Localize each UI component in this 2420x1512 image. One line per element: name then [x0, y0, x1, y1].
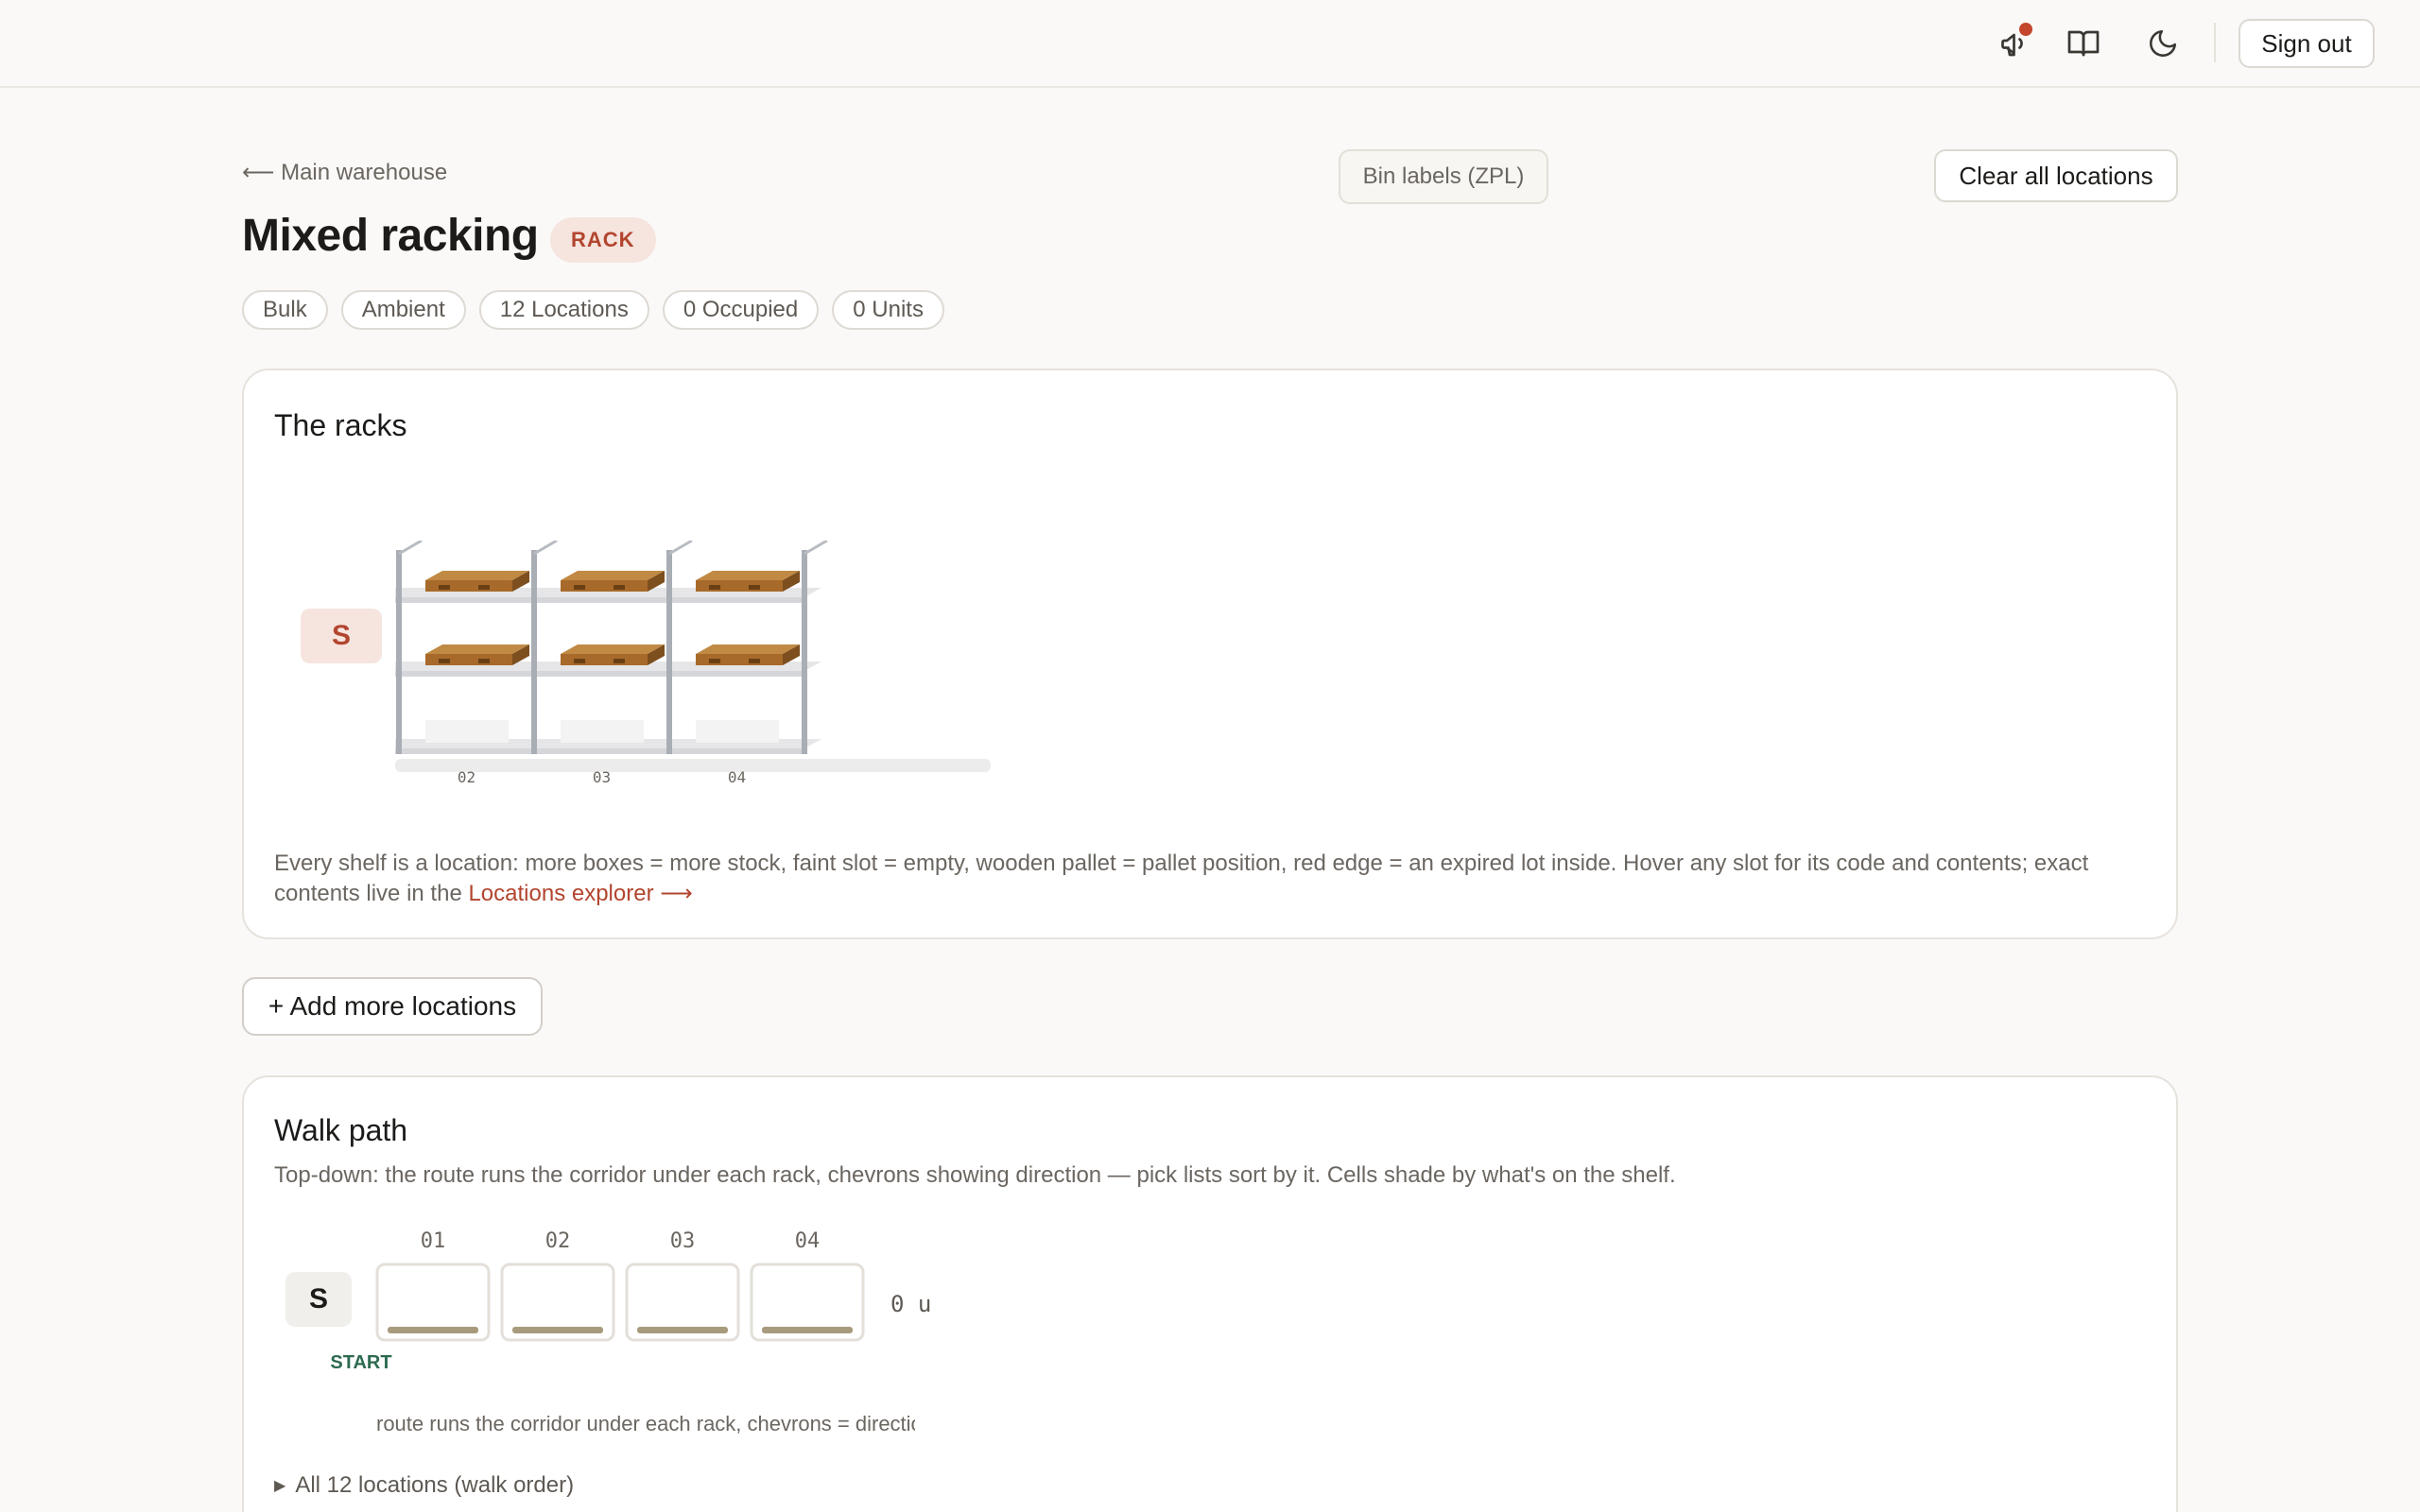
rack-shelf-edge: [395, 748, 804, 754]
pallet: [561, 654, 648, 665]
page-title: Mixed racking: [242, 211, 539, 261]
pallet: [696, 580, 783, 592]
pallet-block: [709, 585, 720, 590]
pill-temperature: Ambient: [340, 290, 466, 330]
pallet-block: [478, 659, 490, 663]
walk-cell-shade: [637, 1327, 728, 1333]
walk-cell-shade: [762, 1327, 853, 1333]
pallet-block: [749, 659, 760, 663]
pill-occupied: 0 Occupied: [662, 290, 820, 330]
clear-all-locations-button[interactable]: Clear all locations: [1934, 149, 2178, 202]
pallet-top: [425, 571, 529, 580]
rack-start-badge: S: [301, 609, 382, 663]
moon-icon[interactable]: [2142, 23, 2184, 64]
notification-dot: [2019, 23, 2032, 36]
topbar-divider: [2214, 23, 2216, 62]
sign-out-button[interactable]: Sign out: [2238, 19, 2375, 68]
walk-cell-shade: [512, 1327, 603, 1333]
pallet: [561, 580, 648, 592]
type-badge: RACK: [550, 217, 656, 263]
walk-path-diagram: 01 02 03 04 0 u START: [330, 1229, 931, 1373]
rack-upright-top: [804, 541, 828, 556]
add-more-locations-button[interactable]: + Add more locations: [242, 977, 543, 1036]
pallet-block: [709, 659, 720, 663]
pill-locations: 12 Locations: [478, 290, 649, 330]
pallet-block: [574, 585, 585, 590]
pallet-top: [696, 644, 800, 654]
pallet-block: [614, 585, 625, 590]
rack-upright: [802, 550, 807, 754]
rack-upright-top: [398, 541, 423, 556]
walk-cell-shade: [388, 1327, 478, 1333]
rack-upright-top: [668, 541, 693, 556]
walk-units-label: 0 u: [890, 1291, 931, 1317]
walk-path-description: Top-down: the route runs the corridor un…: [274, 1162, 1676, 1188]
rack-upright: [531, 550, 537, 754]
walk-column-label: 01: [421, 1229, 446, 1253]
rack-column-label: 04: [728, 768, 746, 786]
walk-column-label: 02: [545, 1229, 571, 1253]
pallet-block: [574, 659, 585, 663]
pallet: [425, 654, 512, 665]
walk-column-label: 04: [795, 1229, 821, 1253]
top-bar: Sign out: [0, 0, 2420, 88]
walk-path-title: Walk path: [274, 1113, 408, 1147]
book-icon[interactable]: [2063, 23, 2104, 64]
pallet-top: [561, 571, 665, 580]
empty-slot: [561, 720, 644, 743]
pill-units: 0 Units: [832, 290, 944, 330]
pallet-block: [439, 659, 450, 663]
walk-path-note: route runs the corridor under each rack,…: [376, 1412, 915, 1435]
all-locations-label: All 12 locations (walk order): [295, 1472, 575, 1498]
rack-shelf-edge: [395, 597, 804, 603]
walk-path-card: Walk path Top-down: the route runs the c…: [242, 1075, 2178, 1512]
pallet-top: [561, 644, 665, 654]
pallet-block: [749, 585, 760, 590]
empty-slot: [425, 720, 509, 743]
rack-floor: [395, 759, 991, 772]
pallet-top: [696, 571, 800, 580]
rack-upright: [666, 550, 672, 754]
back-link[interactable]: ⟵ Main warehouse: [242, 159, 447, 186]
all-locations-toggle[interactable]: ▶ All 12 locations (walk order): [274, 1472, 574, 1499]
rack-upright: [396, 550, 402, 754]
walk-start-label: START: [330, 1352, 391, 1373]
empty-slot: [696, 720, 779, 743]
rack-shelf-edge: [395, 671, 804, 677]
rack-column-label: 03: [593, 768, 611, 786]
summary-pills: Bulk Ambient 12 Locations 0 Occupied 0 U…: [242, 290, 944, 330]
pill-zone: Bulk: [242, 290, 328, 330]
megaphone-icon[interactable]: [1995, 23, 2036, 64]
rack-column-label: 02: [458, 768, 475, 786]
bin-labels-button[interactable]: Bin labels (ZPL): [1339, 149, 1548, 204]
walk-column-label: 03: [670, 1229, 696, 1253]
racks-description: Every shelf is a location: more boxes = …: [274, 849, 2155, 909]
racks-card: The racks S 01020304 Every shelf is a lo…: [242, 369, 2178, 939]
pallet-block: [478, 585, 490, 590]
racks-title: The racks: [274, 408, 407, 442]
pallet: [696, 654, 783, 665]
caret-right-icon: ▶: [274, 1478, 286, 1494]
pallet-block: [614, 659, 625, 663]
rack-upright-top: [533, 541, 558, 556]
pallet-block: [439, 585, 450, 590]
locations-explorer-link[interactable]: Locations explorer ⟶: [468, 881, 692, 906]
rack-illustration: 01020304: [395, 541, 991, 786]
pallet: [425, 580, 512, 592]
pallet-top: [425, 644, 529, 654]
